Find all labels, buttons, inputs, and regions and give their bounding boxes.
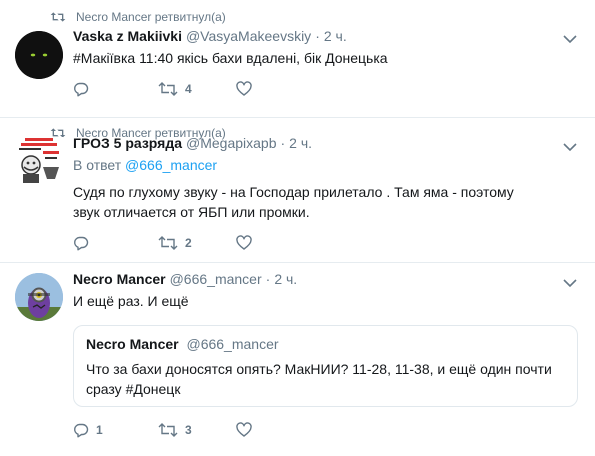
separator-dot: · [280,135,286,151]
tweet-header: Necro Mancer @666_mancer · 2 ч. [73,271,297,291]
like-button[interactable] [236,420,252,440]
avatar[interactable] [15,31,63,79]
timestamp[interactable]: 2 ч. [289,135,312,151]
heart-icon [236,422,252,437]
heart-icon [236,235,252,250]
author-handle[interactable]: @Megapixapb [186,135,277,151]
timestamp[interactable]: 2 ч. [324,28,347,44]
retweet-count: 4 [185,82,192,96]
black-cat-avatar-image [15,31,63,79]
reply-count: 1 [96,423,103,437]
quoted-author-name: Necro Mancer [86,336,179,352]
timestamp[interactable]: 2 ч. [274,271,297,287]
reply-handle-link[interactable]: @666_mancer [125,157,217,173]
tweet-actions: 4 [73,79,252,99]
author-name[interactable]: Vaska z Makiivki [73,28,182,44]
chevron-down-icon[interactable] [563,278,577,288]
reply-icon [74,423,89,438]
separator-dot: · [265,271,271,287]
quoted-tweet[interactable]: Necro Mancer @666_mancer Что за бахи дон… [73,325,578,407]
quoted-tweet-text: Что за бахи доносятся опять? МакНИИ? 11-… [86,361,552,397]
retweet-button[interactable]: 4 [158,79,236,99]
like-button[interactable] [236,79,252,99]
avatar[interactable] [15,273,63,321]
tweet-3[interactable]: Necro Mancer @666_mancer · 2 ч. И ещё ра… [0,263,595,456]
heart-icon [236,81,252,96]
reply-context: В ответ @666_mancer [73,157,217,173]
tweet-header: Vaska z Makiivki @VasyaMakeevskiy · 2 ч. [73,28,347,48]
quoted-tweet-header: Necro Mancer @666_mancer [86,336,279,352]
retweet-icon [50,12,66,22]
tweet-1[interactable]: Necro Mancer ретвитнул(а) Vaska z Makiiv… [0,0,595,118]
tweet-actions: 1 3 [73,420,252,440]
reply-prefix: В ответ [73,157,122,173]
chevron-down-icon[interactable] [563,142,577,152]
tweet-header: ГРОЗ 5 разряда @Megapixapb · 2 ч. [73,135,312,155]
like-button[interactable] [236,233,252,253]
cartoon-avatar-image [15,137,63,185]
retweet-context-text[interactable]: Necro Mancer ретвитнул(а) [76,10,226,24]
reply-button[interactable] [73,79,158,99]
tweet-text: Судя по глухому звуку - на Господар прил… [73,184,514,220]
retweet-count: 3 [185,423,192,437]
author-handle[interactable]: @666_mancer [170,271,262,287]
reply-button[interactable] [73,233,158,253]
author-name[interactable]: Necro Mancer [73,271,166,287]
tweet-text: #Макіївка 11:40 якісь бахи вдалені, бік … [73,50,388,66]
retweet-count: 2 [185,236,192,250]
author-handle[interactable]: @VasyaMakeevskiy [186,28,311,44]
author-name[interactable]: ГРОЗ 5 разряда [73,135,182,151]
retweet-icon [158,423,178,437]
retweet-context: Necro Mancer ретвитнул(а) [50,9,226,25]
retweet-button[interactable]: 2 [158,233,236,253]
quoted-author-handle: @666_mancer [186,336,279,352]
reply-icon [74,236,89,251]
tweet-2[interactable]: Necro Mancer ретвитнул(а) ГРОЗ 5 разряда… [0,118,595,263]
separator-dot: · [315,28,320,44]
retweet-button[interactable]: 3 [158,420,236,440]
retweet-icon [158,236,178,250]
reply-icon [74,82,89,97]
tweet-text: И ещё раз. И ещё [73,293,189,309]
avatar[interactable] [15,137,63,185]
retweet-icon [158,82,178,96]
minion-avatar-image [15,273,63,321]
reply-button[interactable]: 1 [73,420,158,440]
tweet-actions: 2 [73,233,252,253]
chevron-down-icon[interactable] [563,34,577,44]
